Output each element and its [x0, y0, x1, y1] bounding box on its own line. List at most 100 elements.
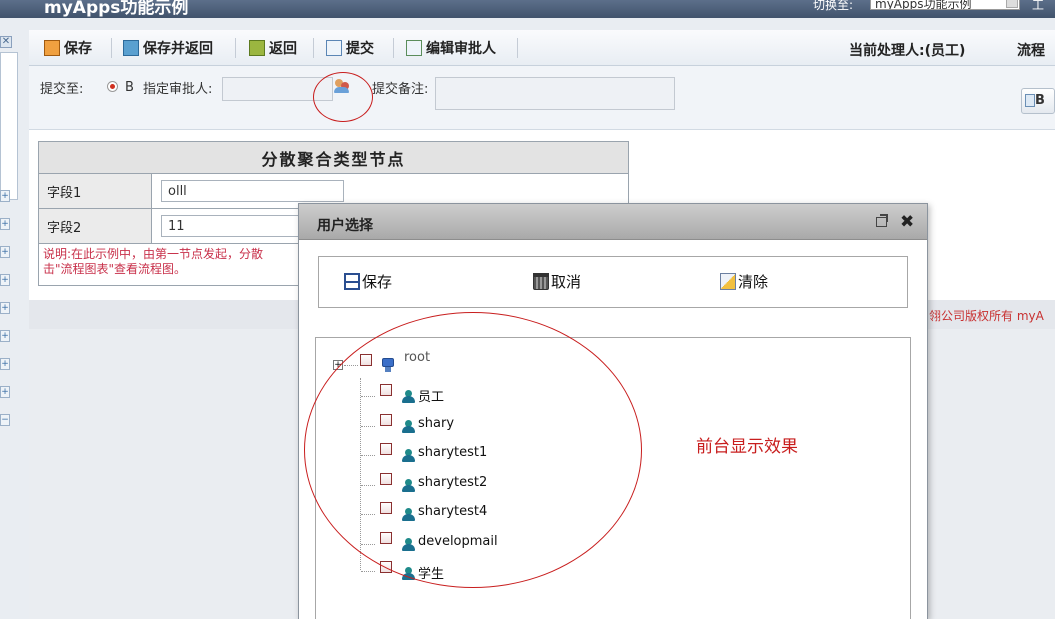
expand-icon[interactable]: +: [333, 360, 343, 370]
tree-checkbox[interactable]: [380, 561, 392, 573]
submit-row: 提交至: B 指定审批人: 提交备注: B: [29, 66, 1055, 130]
close-icon[interactable]: ✕: [0, 36, 12, 48]
trash-icon: [533, 273, 549, 290]
expand-icon[interactable]: +: [0, 330, 10, 342]
top-link[interactable]: 工: [1032, 0, 1044, 13]
user-select-dialog: 用户选择 ✖ 保存 取消 清除 + root 员工 shary sharytes…: [298, 203, 928, 619]
dialog-cancel-label: 取消: [551, 273, 582, 291]
save-icon: [44, 40, 60, 56]
tree-user-label[interactable]: sharytest4: [418, 504, 487, 519]
close-icon[interactable]: ✖: [900, 212, 914, 232]
tree-checkbox[interactable]: [380, 473, 392, 485]
chevron-down-icon: [1006, 0, 1018, 8]
flow-text[interactable]: 流程: [1017, 40, 1045, 60]
sidebar-panel: [0, 52, 18, 200]
tree-user-label[interactable]: sharytest1: [418, 445, 487, 460]
save-return-icon: [123, 40, 139, 56]
save-return-label: 保存并返回: [143, 41, 213, 57]
edit-approver-icon: [406, 40, 422, 56]
tree-user-label[interactable]: 学生: [418, 563, 444, 582]
submit-icon: [326, 40, 342, 56]
field-label: 字段2: [38, 208, 152, 244]
left-sidebar: ✕ + + + + + + + + −: [0, 30, 18, 619]
dialog-save-button[interactable]: 保存: [344, 271, 392, 292]
app-title: myApps功能示例: [44, 0, 189, 18]
select-users-icon[interactable]: [333, 79, 351, 95]
return-label: 返回: [269, 41, 297, 57]
document-icon: [1025, 94, 1035, 107]
form-title: 分散聚合类型节点: [38, 141, 629, 174]
tree-checkbox[interactable]: [380, 502, 392, 514]
save-return-button[interactable]: 保存并返回: [123, 38, 213, 58]
save-icon: [344, 273, 360, 290]
user-icon: [402, 479, 415, 492]
dialog-cancel-button[interactable]: 取消: [533, 271, 581, 292]
toolbar-separator: [517, 38, 518, 58]
annotation-text: 前台显示效果: [696, 437, 798, 457]
dialog-title: 用户选择: [317, 218, 373, 234]
right-action-button[interactable]: B: [1021, 88, 1055, 114]
maximize-icon[interactable]: [876, 214, 888, 227]
expand-icon[interactable]: +: [0, 274, 10, 286]
tree-user-label[interactable]: developmail: [418, 534, 498, 549]
toolbar-separator: [111, 38, 112, 58]
expand-icon[interactable]: +: [0, 190, 10, 202]
approver-input[interactable]: [222, 77, 333, 101]
tree-checkbox[interactable]: [380, 532, 392, 544]
user-icon: [402, 449, 415, 462]
approver-label: 指定审批人:: [143, 82, 213, 97]
expand-icon[interactable]: +: [0, 302, 10, 314]
expand-icon[interactable]: +: [0, 246, 10, 258]
save-label: 保存: [64, 41, 92, 57]
expand-icon[interactable]: +: [0, 218, 10, 230]
tree-checkbox[interactable]: [380, 443, 392, 455]
submit-to-radio[interactable]: [107, 81, 118, 92]
clear-icon: [720, 273, 736, 290]
app-switch-select[interactable]: myApps功能示例: [870, 0, 1020, 10]
app-switch-value: myApps功能示例: [875, 0, 972, 10]
dialog-clear-label: 清除: [738, 273, 769, 291]
right-action-label: B: [1035, 93, 1045, 108]
user-icon: [402, 390, 415, 403]
dialog-title-bar[interactable]: 用户选择 ✖: [299, 204, 927, 240]
current-handler: 当前处理人:(员工): [849, 43, 966, 59]
field-label: 字段1: [38, 173, 152, 209]
user-icon: [402, 420, 415, 433]
top-bar: myApps功能示例 切换至: myApps功能示例 工: [0, 0, 1055, 18]
tree-root-label[interactable]: root: [404, 350, 430, 365]
tree-user-label[interactable]: 员工: [418, 386, 444, 405]
submit-button[interactable]: 提交: [326, 38, 374, 58]
tree-checkbox[interactable]: [380, 414, 392, 426]
toolbar-separator: [313, 38, 314, 58]
tree-user-label[interactable]: shary: [418, 416, 454, 431]
tree-checkbox[interactable]: [380, 384, 392, 396]
expand-icon[interactable]: +: [0, 386, 10, 398]
tree-checkbox[interactable]: [360, 354, 372, 366]
submit-to-label: 提交至:: [40, 82, 84, 97]
return-button[interactable]: 返回: [249, 38, 297, 58]
user-tree: + root 员工 shary sharytest1 sharytest2 sh…: [315, 337, 911, 619]
expand-icon[interactable]: +: [0, 358, 10, 370]
submit-label: 提交: [346, 41, 374, 57]
user-icon: [402, 538, 415, 551]
toolbar-separator: [393, 38, 394, 58]
radio-option-label: B: [125, 80, 134, 95]
dialog-save-label: 保存: [362, 273, 393, 291]
network-icon: [382, 358, 394, 374]
edit-approver-label: 编辑审批人: [426, 41, 496, 57]
dialog-clear-button[interactable]: 清除: [720, 271, 768, 292]
save-button[interactable]: 保存: [44, 38, 92, 58]
user-icon: [402, 508, 415, 521]
dialog-toolbar: 保存 取消 清除: [318, 256, 908, 308]
action-toolbar: 保存 保存并返回 返回 提交 编辑审批人 当前处理人:(员工) 流程: [29, 30, 1055, 66]
user-icon: [402, 567, 415, 580]
toolbar-separator: [235, 38, 236, 58]
copyright: 翎公司版权所有 myA: [929, 309, 1044, 323]
collapse-icon[interactable]: −: [0, 414, 10, 426]
edit-approver-button[interactable]: 编辑审批人: [406, 38, 496, 58]
switch-app-label: 切换至:: [813, 0, 854, 12]
tree-user-label[interactable]: sharytest2: [418, 475, 487, 490]
return-icon: [249, 40, 265, 56]
field-input[interactable]: olll: [161, 180, 344, 202]
note-textarea[interactable]: [435, 77, 675, 110]
